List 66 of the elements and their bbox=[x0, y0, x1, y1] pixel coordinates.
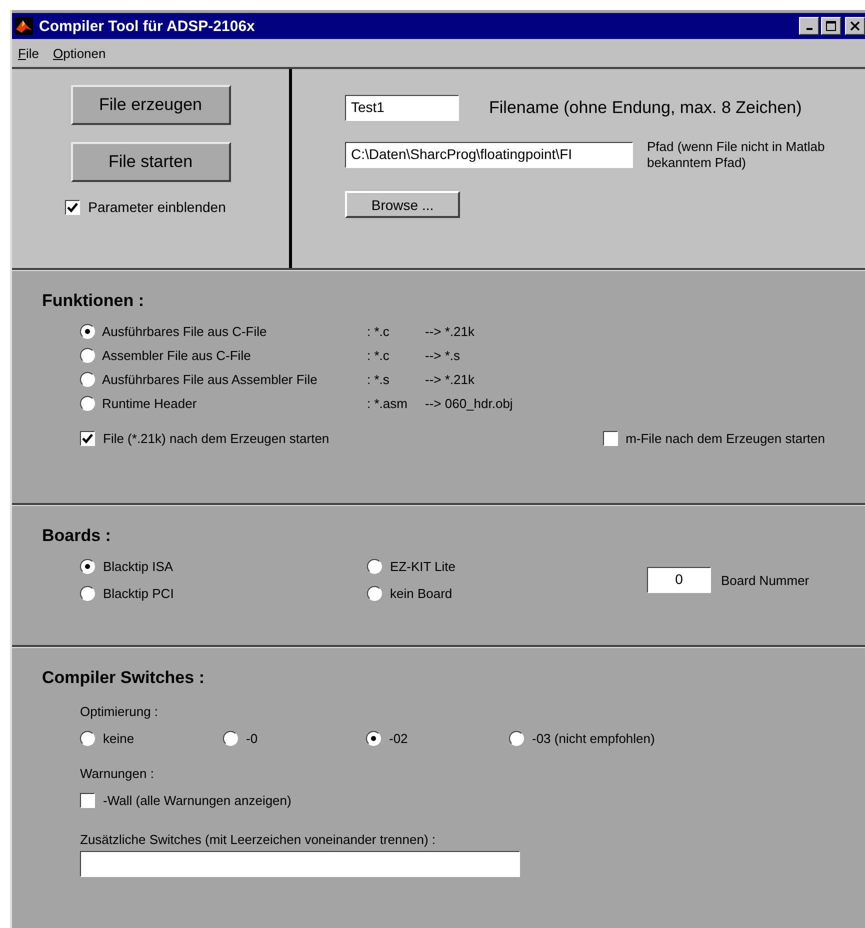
target-extension: --> *.21k bbox=[425, 324, 476, 339]
target-extension: --> *.21k bbox=[425, 372, 476, 387]
checkbox[interactable] bbox=[80, 793, 95, 808]
field-label: Zusätzliche Switches (mit Leerzeichen voneinander trennen) : bbox=[80, 832, 437, 847]
radio-button[interactable] bbox=[80, 324, 95, 339]
board-number-label: Board Nummer bbox=[721, 572, 810, 588]
radio-button[interactable] bbox=[80, 348, 95, 363]
group-label: Optimierung : bbox=[80, 704, 160, 719]
board-number-field[interactable]: 0 bbox=[647, 567, 711, 593]
target-extension: --> *.s bbox=[425, 348, 462, 363]
radio-label: Ausführbares File aus C-File bbox=[102, 324, 268, 339]
radio-label: -03 (nicht empfohlen) bbox=[532, 731, 655, 746]
radio-label: Blacktip ISA bbox=[103, 559, 174, 574]
radio-button[interactable] bbox=[367, 586, 382, 601]
radio-button[interactable] bbox=[80, 586, 95, 601]
checkbox[interactable] bbox=[602, 431, 618, 446]
radio-button[interactable] bbox=[80, 731, 95, 746]
close-button[interactable] bbox=[845, 17, 865, 35]
checkbox[interactable] bbox=[65, 200, 80, 214]
source-extension: : *.c bbox=[367, 324, 390, 339]
radio-label: Runtime Header bbox=[102, 396, 198, 411]
radio-button[interactable] bbox=[80, 396, 95, 411]
radio-button[interactable] bbox=[80, 559, 95, 574]
menu-item[interactable]: File bbox=[18, 46, 39, 60]
radio-label: EZ-KIT Lite bbox=[390, 559, 456, 574]
target-extension: --> 060_hdr.obj bbox=[425, 396, 514, 411]
window-title: Compiler Tool für ADSP-2106x bbox=[39, 18, 255, 34]
app-logo-icon bbox=[15, 17, 33, 35]
action-button[interactable]: File starten bbox=[70, 142, 230, 182]
radio-button[interactable] bbox=[366, 731, 381, 746]
maximize-button[interactable] bbox=[821, 17, 841, 35]
minimize-button[interactable] bbox=[799, 17, 819, 35]
path-field[interactable]: C:\Daten\SharcProg\floatingpoint\FI bbox=[345, 142, 633, 168]
source-extension: : *.asm bbox=[367, 396, 408, 411]
checkbox-label: -Wall (alle Warnungen anzeigen) bbox=[103, 793, 292, 808]
filename-label: Filename (ohne Endung, max. 8 Zeichen) bbox=[489, 98, 802, 118]
radio-button[interactable] bbox=[509, 731, 524, 746]
radio-label: Ausführbares File aus Assembler File bbox=[102, 372, 318, 387]
radio-button[interactable] bbox=[80, 372, 95, 387]
checkbox-label: File (*.21k) nach dem Erzeugen starten bbox=[103, 431, 330, 446]
section-title: Boards : bbox=[42, 525, 112, 546]
action-button[interactable]: File erzeugen bbox=[70, 85, 230, 125]
radio-button[interactable] bbox=[367, 559, 382, 574]
radio-label: -02 bbox=[389, 731, 408, 746]
menu-item[interactable]: Optionen bbox=[52, 46, 106, 60]
radio-label: -0 bbox=[246, 731, 258, 746]
radio-label: Assembler File aus C-File bbox=[102, 348, 252, 363]
radio-button[interactable] bbox=[223, 731, 238, 746]
browse-button[interactable]: Browse ... bbox=[345, 191, 460, 218]
section-title: Compiler Switches : bbox=[42, 667, 206, 688]
source-extension: : *.s bbox=[367, 372, 390, 387]
section-title: Funktionen : bbox=[42, 290, 145, 311]
checkbox[interactable] bbox=[80, 431, 95, 446]
path-label: Pfad (wenn File nicht in Matlab bekanntem Pfad) bbox=[647, 138, 826, 172]
radio-label: kein Board bbox=[390, 586, 452, 601]
group-label: Warnungen : bbox=[80, 766, 155, 781]
minimize-icon bbox=[806, 28, 812, 30]
radio-label: Blacktip PCI bbox=[103, 586, 174, 601]
filename-field[interactable]: Test1 bbox=[345, 95, 459, 121]
radio-label: keine bbox=[103, 731, 134, 746]
checkbox-label: m-File nach dem Erzeugen starten bbox=[626, 431, 825, 446]
source-extension: : *.c bbox=[367, 348, 390, 363]
close-icon bbox=[850, 21, 860, 31]
switches-field[interactable] bbox=[80, 851, 520, 877]
maximize-icon bbox=[826, 21, 836, 31]
checkbox-label: Parameter einblenden bbox=[88, 199, 226, 215]
